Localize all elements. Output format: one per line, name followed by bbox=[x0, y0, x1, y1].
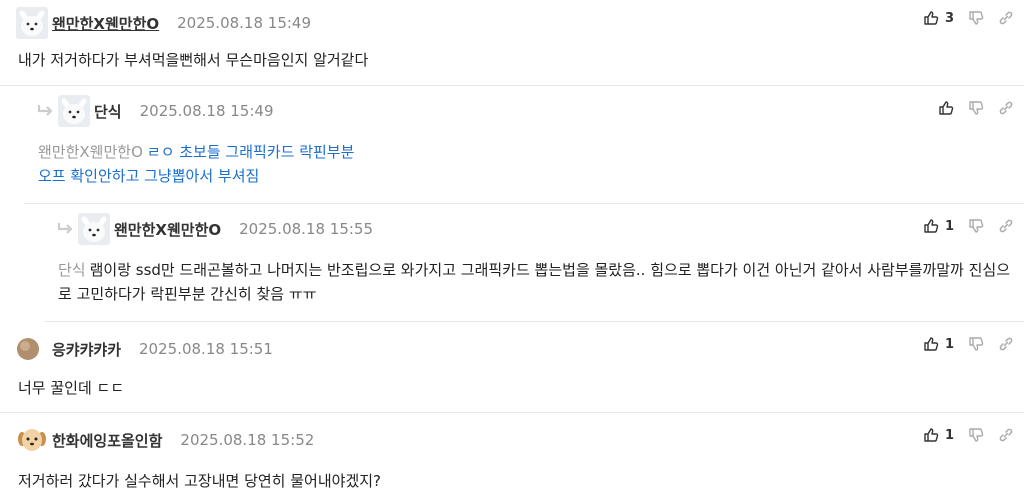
reply-comment: 왠만한X웬만한O 2025.08.18 15:55 단식 램이랑 ssd만 드래곤… bbox=[44, 204, 1024, 322]
link-icon bbox=[998, 336, 1014, 352]
comment-text: 너무 꿀인데 ㄷㄷ bbox=[18, 379, 125, 397]
comment-text: 왠만한X웬만한O ㄹㅇ 초보들 그래픽카드 락핀부분 오프 확인안하고 그냥뽑아서… bbox=[38, 140, 354, 188]
comment: 왠만한X웬만한O 2025.08.18 15:49 내가 저거하다가 부셔먹을뻔… bbox=[0, 0, 1024, 86]
like-button[interactable]: 1 bbox=[923, 218, 954, 234]
link-button[interactable] bbox=[998, 427, 1014, 443]
dislike-button[interactable] bbox=[968, 10, 984, 26]
comment-line: 오프 확인안하고 그냥뽑아서 부셔짐 bbox=[38, 167, 260, 185]
avatar[interactable] bbox=[16, 7, 48, 39]
thumbs-down-icon bbox=[968, 427, 984, 443]
link-icon bbox=[998, 100, 1014, 116]
reply-arrow-icon bbox=[37, 105, 53, 116]
comment-author[interactable]: 왠만한X웬만한O bbox=[114, 219, 221, 240]
comment-author[interactable]: 한화에잉포올인함 bbox=[52, 430, 162, 451]
comment-date: 2025.08.18 15:49 bbox=[139, 102, 274, 120]
comment-text: 내가 저거하다가 부셔먹을뻔해서 무슨마음인지 알거같다 bbox=[18, 51, 369, 69]
comment-line: ㄹㅇ 초보들 그래픽카드 락핀부분 bbox=[146, 143, 355, 161]
comment-line: 램이랑 ssd만 드래곤볼하고 나머지는 반조립으로 와가지고 그래픽카드 뽑는… bbox=[58, 261, 1011, 303]
thumbs-down-icon bbox=[968, 10, 984, 26]
comment-date: 2025.08.18 15:49 bbox=[177, 14, 312, 32]
link-icon bbox=[998, 427, 1014, 443]
dislike-button[interactable] bbox=[968, 100, 984, 116]
like-count: 1 bbox=[944, 427, 954, 443]
link-button[interactable] bbox=[998, 336, 1014, 352]
dislike-button[interactable] bbox=[968, 427, 984, 443]
comment: 응캬캬캬카 2025.08.18 15:51 너무 꿀인데 ㄷㄷ 1 bbox=[0, 322, 1024, 413]
like-count: 1 bbox=[944, 218, 954, 234]
avatar[interactable] bbox=[16, 424, 48, 456]
like-button[interactable]: 1 bbox=[923, 336, 954, 352]
thumbs-down-icon bbox=[968, 336, 984, 352]
comment-text: 저거하러 갔다가 실수해서 고장내면 당연히 물어내야겠지? bbox=[18, 472, 382, 490]
like-button[interactable]: 3 bbox=[923, 10, 954, 26]
reply-arrow-icon bbox=[57, 223, 73, 234]
mention: 단식 bbox=[58, 261, 86, 279]
comment: 한화에잉포올인함 2025.08.18 15:52 저거하러 갔다가 실수해서 … bbox=[0, 413, 1024, 503]
comment-date: 2025.08.18 15:55 bbox=[239, 220, 374, 238]
thumbs-up-icon bbox=[923, 218, 939, 234]
comment-date: 2025.08.18 15:52 bbox=[180, 431, 315, 449]
dislike-button[interactable] bbox=[968, 336, 984, 352]
thumbs-up-icon bbox=[923, 427, 939, 443]
like-button[interactable]: 1 bbox=[923, 427, 954, 443]
thumbs-down-icon bbox=[968, 218, 984, 234]
link-button[interactable] bbox=[998, 218, 1014, 234]
thumbs-up-icon bbox=[923, 336, 939, 352]
dislike-button[interactable] bbox=[968, 218, 984, 234]
thumbs-up-icon bbox=[938, 100, 954, 116]
avatar[interactable] bbox=[78, 213, 110, 245]
comment-author[interactable]: 왠만한X웬만한O bbox=[52, 13, 159, 34]
like-count: 3 bbox=[944, 10, 954, 26]
thumbs-down-icon bbox=[968, 100, 984, 116]
link-button[interactable] bbox=[998, 10, 1014, 26]
reply-comment: 단식 2025.08.18 15:49 왠만한X웬만한O ㄹㅇ 초보들 그래픽카드… bbox=[24, 86, 1024, 204]
comment-text: 단식 램이랑 ssd만 드래곤볼하고 나머지는 반조립으로 와가지고 그래픽카드 … bbox=[58, 258, 1018, 306]
like-count: 1 bbox=[944, 336, 954, 352]
comment-author[interactable]: 단식 bbox=[94, 101, 122, 122]
avatar[interactable] bbox=[16, 337, 40, 361]
comment-author[interactable]: 응캬캬캬카 bbox=[52, 339, 121, 360]
mention: 왠만한X웬만한O bbox=[38, 143, 143, 161]
link-icon bbox=[998, 218, 1014, 234]
link-button[interactable] bbox=[998, 100, 1014, 116]
avatar[interactable] bbox=[58, 95, 90, 127]
like-button[interactable] bbox=[938, 100, 954, 116]
comment-date: 2025.08.18 15:51 bbox=[139, 340, 273, 358]
thumbs-up-icon bbox=[923, 10, 939, 26]
link-icon bbox=[998, 10, 1014, 26]
